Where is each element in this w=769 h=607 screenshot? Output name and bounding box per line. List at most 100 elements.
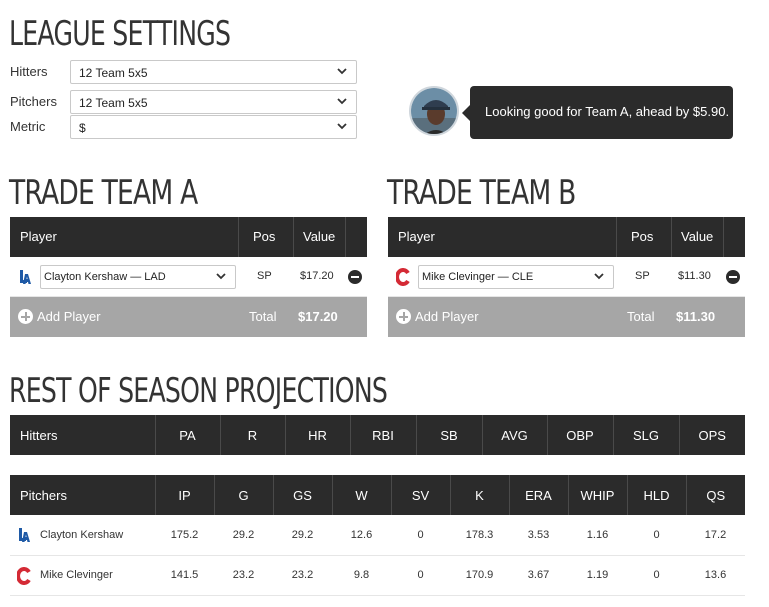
pitchers-select[interactable]: 12 Team 5x5 xyxy=(70,90,357,114)
table-row: Clayton Kershaw 175.2 29.2 29.2 12.6 0 1… xyxy=(10,515,745,556)
column-slg: SLG xyxy=(613,415,680,455)
column-hr: HR xyxy=(285,415,351,455)
hitters-select[interactable]: 12 Team 5x5 xyxy=(70,60,357,84)
column-r: R xyxy=(220,415,286,455)
team-a-footer: Add Player Total $17.20 xyxy=(10,297,367,337)
column-hitters: Hitters xyxy=(10,415,156,455)
team-a-player-select[interactable]: Clayton Kershaw — LAD xyxy=(40,265,236,289)
column-ip: IP xyxy=(155,475,215,515)
indians-logo-icon xyxy=(396,268,410,286)
total-label: Total xyxy=(249,309,277,324)
column-obp: OBP xyxy=(547,415,614,455)
stat-gs: 23.2 xyxy=(273,555,332,596)
team-b-header: Player Pos Value xyxy=(388,217,745,257)
tooltip-text: Looking good for Team A, ahead by $5.90. xyxy=(485,104,730,119)
column-rbi: RBI xyxy=(350,415,417,455)
total-value: $17.20 xyxy=(298,309,338,324)
trade-analysis-tooltip: Looking good for Team A, ahead by $5.90. xyxy=(462,86,733,139)
stat-qs: 13.6 xyxy=(686,555,745,596)
team-a-header: Player Pos Value xyxy=(10,217,367,257)
column-era: ERA xyxy=(509,475,569,515)
column-w: W xyxy=(332,475,392,515)
add-player-label: Add Player xyxy=(37,309,101,324)
stat-w: 12.6 xyxy=(332,515,391,556)
total-label: Total xyxy=(627,309,655,324)
stat-g: 23.2 xyxy=(214,555,273,596)
stat-qs: 17.2 xyxy=(686,515,745,556)
chevron-down-icon xyxy=(337,123,347,130)
stat-hld: 0 xyxy=(627,555,686,596)
pitcher-name-cell: Clayton Kershaw xyxy=(10,515,155,556)
stat-whip: 1.16 xyxy=(568,515,627,556)
plus-circle-icon xyxy=(18,309,33,324)
team-b-footer: Add Player Total $11.30 xyxy=(388,297,745,337)
team-a-title: TRADE TEAM A xyxy=(9,173,198,213)
column-qs: QS xyxy=(686,475,745,515)
projections-title: REST OF SEASON PROJECTIONS xyxy=(9,371,388,411)
player-pos: SP xyxy=(257,270,272,282)
avatar xyxy=(409,86,459,136)
remove-player-icon[interactable] xyxy=(348,270,362,284)
team-b-player-select[interactable]: Mike Clevinger — CLE xyxy=(418,265,614,289)
metric-select[interactable]: $ xyxy=(70,115,357,139)
column-whip: WHIP xyxy=(568,475,628,515)
chevron-down-icon xyxy=(216,273,226,280)
stat-w: 9.8 xyxy=(332,555,391,596)
column-k: K xyxy=(450,475,510,515)
stat-ip: 175.2 xyxy=(155,515,214,556)
column-avg: AVG xyxy=(482,415,548,455)
pitchers-select-value: 12 Team 5x5 xyxy=(79,96,148,110)
stat-gs: 29.2 xyxy=(273,515,332,556)
column-value: Value xyxy=(303,229,336,244)
table-row: Mike Clevinger 141.5 23.2 23.2 9.8 0 170… xyxy=(10,555,745,596)
team-b-add-player-button[interactable]: Add Player xyxy=(396,309,479,324)
team-a-add-player-button[interactable]: Add Player xyxy=(18,309,101,324)
player-pos: SP xyxy=(635,270,650,282)
stat-era: 3.67 xyxy=(509,555,568,596)
column-sv: SV xyxy=(391,475,451,515)
stat-era: 3.53 xyxy=(509,515,568,556)
add-player-label: Add Player xyxy=(415,309,479,324)
column-pos: Pos xyxy=(631,229,654,244)
stat-g: 29.2 xyxy=(214,515,273,556)
stat-whip: 1.19 xyxy=(568,555,627,596)
column-g: G xyxy=(214,475,274,515)
team-b-title: TRADE TEAM B xyxy=(387,173,576,213)
plus-circle-icon xyxy=(396,309,411,324)
column-value: Value xyxy=(681,229,714,244)
team-b-player-row: Mike Clevinger — CLE SP $11.30 xyxy=(388,257,745,297)
player-value: $17.20 xyxy=(300,270,334,282)
metric-select-value: $ xyxy=(79,121,86,135)
column-pa: PA xyxy=(155,415,221,455)
hitters-select-value: 12 Team 5x5 xyxy=(79,66,148,80)
indians-logo-icon xyxy=(17,566,31,585)
column-pitchers: Pitchers xyxy=(10,475,156,515)
pitchers-projection-table: Pitchers IP G GS W SV K ERA WHIP HLD QS … xyxy=(10,475,745,596)
column-pos: Pos xyxy=(253,229,276,244)
column-gs: GS xyxy=(273,475,333,515)
column-sb: SB xyxy=(416,415,483,455)
chevron-down-icon xyxy=(337,98,347,105)
team-a-table: Player Pos Value Clayton Kershaw — LAD S… xyxy=(10,217,367,337)
hitters-label: Hitters xyxy=(10,64,48,79)
chevron-down-icon xyxy=(594,273,604,280)
team-b-table: Player Pos Value Mike Clevinger — CLE SP… xyxy=(388,217,745,337)
chevron-down-icon xyxy=(337,68,347,75)
pitcher-name-cell: Mike Clevinger xyxy=(10,555,155,596)
stat-sv: 0 xyxy=(391,555,450,596)
page-title: LEAGUE SETTINGS xyxy=(9,14,231,54)
total-value: $11.30 xyxy=(676,309,716,324)
column-player: Player xyxy=(398,229,435,244)
player-value: $11.30 xyxy=(678,270,711,282)
pitchers-label: Pitchers xyxy=(10,94,57,109)
player-select-value: Clayton Kershaw — LAD xyxy=(44,271,166,283)
pitcher-name: Mike Clevinger xyxy=(40,569,113,581)
team-a-player-row: Clayton Kershaw — LAD SP $17.20 xyxy=(10,257,367,297)
remove-player-icon[interactable] xyxy=(726,270,740,284)
hitters-projection-table: Hitters PA R HR RBI SB AVG OBP SLG OPS xyxy=(10,415,745,455)
column-player: Player xyxy=(20,229,57,244)
stat-hld: 0 xyxy=(627,515,686,556)
pitcher-name: Clayton Kershaw xyxy=(40,528,124,541)
dodgers-logo-icon xyxy=(20,270,31,284)
player-select-value: Mike Clevinger — CLE xyxy=(422,271,534,283)
